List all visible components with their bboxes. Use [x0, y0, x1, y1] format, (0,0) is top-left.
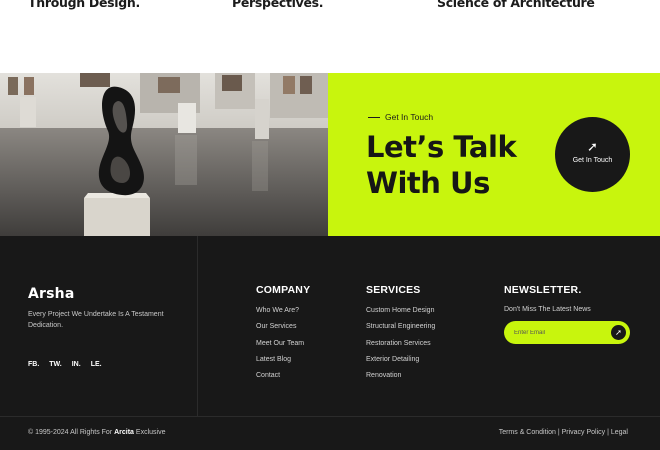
- arrow-up-right-icon: ➚: [587, 139, 598, 154]
- company-links: Who We Are? Our Services Meet Our Team L…: [256, 306, 304, 387]
- services-links: Custom Home Design Structural Engineerin…: [366, 306, 435, 387]
- cta-heading-line-1: Let’s Talk: [366, 130, 517, 164]
- brand-logo[interactable]: Arsha: [28, 286, 75, 302]
- top-strip-item-1: Through Design.: [28, 0, 140, 10]
- services-link[interactable]: Renovation: [366, 371, 435, 387]
- get-in-touch-label: Get In Touch: [572, 157, 613, 164]
- newsletter-email-input[interactable]: [512, 321, 607, 344]
- company-heading: COMPANY: [256, 284, 311, 296]
- gallery-image: [0, 73, 328, 236]
- cta-heading-line-2: With Us: [366, 166, 490, 200]
- footer-horizontal-divider: [0, 416, 660, 417]
- newsletter-label: Don't Miss The Latest News: [504, 306, 591, 313]
- social-link-twitter[interactable]: TW.: [49, 361, 61, 368]
- social-link-linkedin[interactable]: LE.: [91, 361, 102, 368]
- footer: Arsha Every Project We Undertake Is A Te…: [0, 236, 660, 450]
- copyright-prefix: © 1995-2024 All Rights For: [28, 429, 113, 436]
- contact-cta-section: Get In Touch Let’s Talk With Us ➚ Get In…: [328, 73, 660, 236]
- copyright-suffix: Exclusive: [135, 429, 166, 436]
- social-link-instagram[interactable]: IN.: [72, 361, 81, 368]
- cta-eyebrow: Get In Touch: [368, 112, 433, 122]
- get-in-touch-button[interactable]: ➚ Get In Touch: [555, 117, 630, 192]
- services-link[interactable]: Restoration Services: [366, 339, 435, 355]
- services-link[interactable]: Structural Engineering: [366, 322, 435, 338]
- eyebrow-line: [368, 116, 380, 118]
- company-link[interactable]: Latest Blog: [256, 355, 304, 371]
- arrow-up-right-icon: ➚: [615, 328, 622, 337]
- services-link[interactable]: Custom Home Design: [366, 306, 435, 322]
- social-link-facebook[interactable]: FB.: [28, 361, 39, 368]
- brand-tagline: Every Project We Undertake Is A Testamen…: [28, 311, 164, 329]
- company-link[interactable]: Meet Our Team: [256, 339, 304, 355]
- social-links: FB. TW. IN. LE.: [28, 361, 102, 368]
- top-strip-item-2: Perspectives.: [232, 0, 324, 10]
- newsletter-form: ➚: [504, 321, 630, 344]
- top-strip: Through Design. Perspectives. Science of…: [0, 0, 660, 73]
- footer-vertical-divider: [197, 236, 198, 416]
- sculpture-illustration: [0, 73, 328, 236]
- copyright: © 1995-2024 All Rights For Arcita Exclus…: [28, 429, 165, 436]
- company-link[interactable]: Our Services: [256, 322, 304, 338]
- company-link[interactable]: Contact: [256, 371, 304, 387]
- cta-heading: Let’s Talk With Us: [366, 129, 517, 201]
- company-link[interactable]: Who We Are?: [256, 306, 304, 322]
- services-heading: SERVICES: [366, 284, 421, 296]
- legal-links[interactable]: Terms & Condition | Privacy Policy | Leg…: [499, 429, 628, 436]
- copyright-brand[interactable]: Arcita: [114, 429, 134, 436]
- services-link[interactable]: Exterior Detailing: [366, 355, 435, 371]
- top-strip-item-3: Science of Architecture: [437, 0, 595, 10]
- newsletter-heading: NEWSLETTER.: [504, 284, 582, 296]
- newsletter-submit-button[interactable]: ➚: [611, 325, 626, 340]
- cta-eyebrow-label: Get In Touch: [385, 112, 434, 122]
